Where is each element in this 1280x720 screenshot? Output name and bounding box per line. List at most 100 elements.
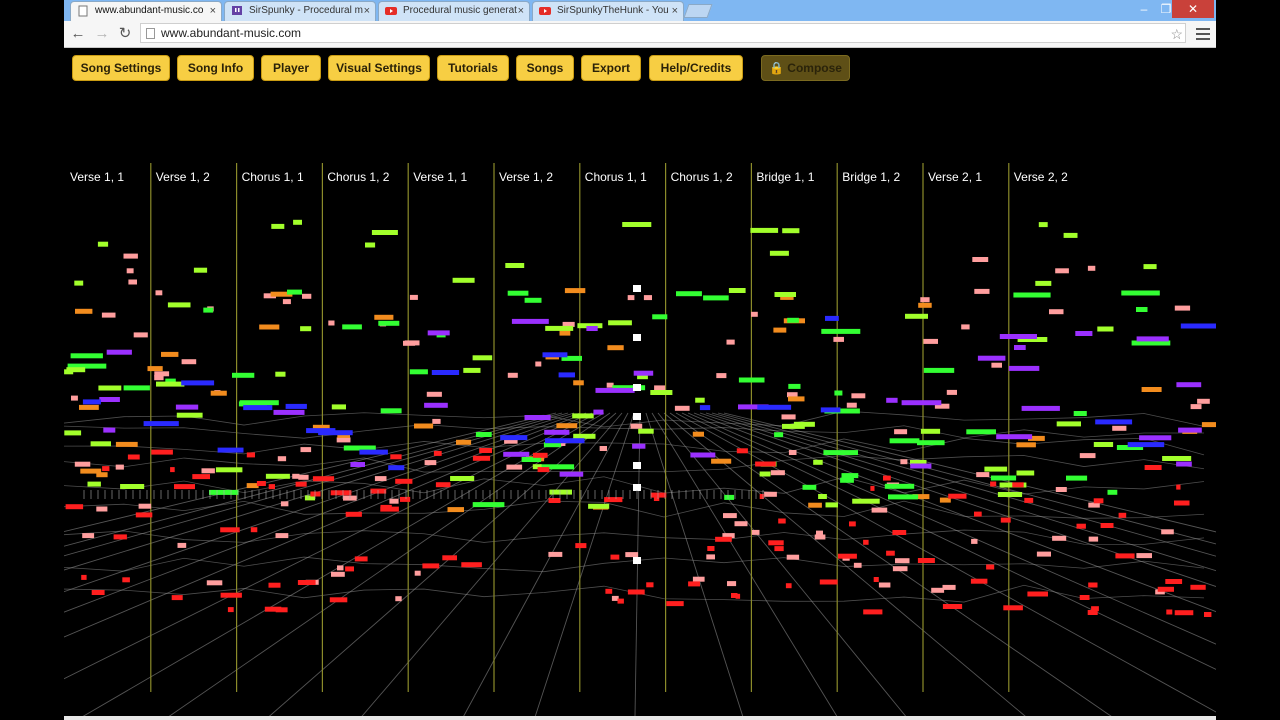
tab-youtube-procedural[interactable]: Procedural music generat ×: [378, 1, 530, 21]
note-bar: [573, 433, 596, 439]
note-bar: [350, 462, 365, 467]
close-window-button[interactable]: ✕: [1172, 0, 1214, 18]
songs-button[interactable]: Songs: [516, 55, 574, 81]
note-bar: [328, 320, 335, 326]
grid-line: [711, 412, 1216, 557]
close-tab-icon[interactable]: ×: [518, 2, 524, 20]
note-bar: [256, 481, 266, 486]
note-bar: [852, 498, 880, 504]
note-bar: [707, 546, 715, 551]
star-icon[interactable]: ☆: [1170, 25, 1183, 43]
note-bar: [1027, 591, 1048, 597]
tab-twitch[interactable]: SirSpunky - Procedural m ×: [224, 1, 376, 21]
note-bar: [87, 481, 101, 487]
note-bar: [479, 448, 492, 453]
close-tab-icon[interactable]: ×: [210, 2, 216, 20]
note-bar: [1121, 290, 1160, 296]
note-bar: [808, 502, 822, 508]
note-bar: [851, 393, 866, 399]
help-credits-button[interactable]: Help/Credits: [649, 55, 743, 81]
note-bar: [545, 325, 574, 331]
note-bar: [273, 409, 305, 415]
note-bar: [825, 502, 838, 508]
note-bar: [342, 324, 362, 330]
note-bar: [1016, 442, 1036, 448]
note-bar: [507, 372, 518, 378]
note-bar: [871, 507, 888, 513]
note-bar: [426, 391, 442, 397]
new-tab-button[interactable]: [683, 4, 713, 18]
note-bar: [243, 405, 273, 411]
note-bar: [849, 521, 856, 527]
note-bar: [409, 294, 418, 300]
note-bar: [126, 268, 134, 274]
url-text[interactable]: www.abundant-music.com: [161, 24, 301, 42]
tab-abundant-music[interactable]: www.abundant-music.co ×: [70, 1, 222, 21]
note-bar: [548, 551, 563, 557]
note-bar: [1012, 482, 1024, 488]
note-bar: [461, 562, 482, 568]
visual-settings-button[interactable]: Visual Settings: [328, 55, 430, 81]
note-bar: [1097, 326, 1114, 332]
note-bar: [463, 367, 481, 373]
visualizer-canvas[interactable]: Verse 1, 1 Verse 1, 2 Chorus 1, 1 Chorus 1,…: [64, 88, 1216, 718]
note-bar: [170, 467, 175, 473]
note-bar: [91, 590, 105, 595]
note-bar: [98, 385, 122, 391]
section-label: Chorus 1, 2: [671, 170, 733, 184]
note-bar: [424, 460, 437, 466]
note-bar: [726, 339, 735, 345]
note-bar: [818, 494, 827, 499]
note-bar: [814, 534, 826, 540]
close-tab-icon[interactable]: ×: [672, 2, 678, 20]
export-button[interactable]: Export: [581, 55, 641, 81]
forward-arrow-icon[interactable]: →: [92, 24, 112, 44]
note-bar: [127, 454, 140, 460]
section-label: Bridge 1, 2: [842, 170, 900, 184]
note-bar: [1093, 442, 1114, 447]
back-arrow-icon[interactable]: ←: [68, 24, 88, 44]
reload-icon[interactable]: ↻: [115, 24, 135, 44]
note-bar: [556, 423, 578, 429]
note-bar: [728, 288, 746, 293]
note-bar: [751, 529, 760, 535]
tutorials-button[interactable]: Tutorials: [437, 55, 509, 81]
note-bar: [1000, 517, 1011, 523]
note-bar: [966, 429, 996, 435]
note-bar: [1176, 484, 1181, 490]
tab-youtube-channel[interactable]: SirSpunkyTheHunk - You ×: [532, 1, 684, 21]
note-bar: [181, 380, 215, 386]
note-bar: [395, 596, 402, 602]
note-bar: [246, 452, 255, 458]
address-bar[interactable]: www.abundant-music.com ☆: [140, 23, 1186, 43]
note-bar: [986, 564, 995, 570]
note-bar: [773, 327, 787, 333]
note-bar: [103, 427, 116, 433]
song-info-button[interactable]: Song Info: [177, 55, 254, 81]
hamburger-menu-icon[interactable]: [1196, 25, 1210, 43]
close-tab-icon[interactable]: ×: [364, 2, 370, 20]
page-icon: [78, 5, 88, 17]
tab-title: www.abundant-music.co: [95, 5, 204, 16]
note-bar: [736, 448, 748, 454]
note-bar: [1161, 529, 1174, 535]
note-bar: [923, 367, 955, 373]
note-bar: [336, 437, 351, 443]
note-bar: [503, 451, 530, 457]
note-bar: [884, 483, 915, 489]
note-bar: [1055, 268, 1069, 274]
note-bar: [781, 414, 796, 420]
note-bar: [751, 311, 758, 317]
note-bar: [265, 473, 290, 479]
note-bar: [692, 431, 704, 437]
note-bar: [695, 397, 705, 403]
note-bar: [894, 429, 908, 435]
note-bar: [97, 241, 109, 247]
note-bar: [378, 320, 400, 326]
compose-button[interactable]: 🔒 Compose: [761, 55, 850, 81]
song-settings-button[interactable]: Song Settings: [72, 55, 170, 81]
note-bar: [359, 449, 388, 455]
note-bar: [318, 430, 353, 436]
player-button[interactable]: Player: [261, 55, 321, 81]
note-bar: [537, 467, 550, 473]
